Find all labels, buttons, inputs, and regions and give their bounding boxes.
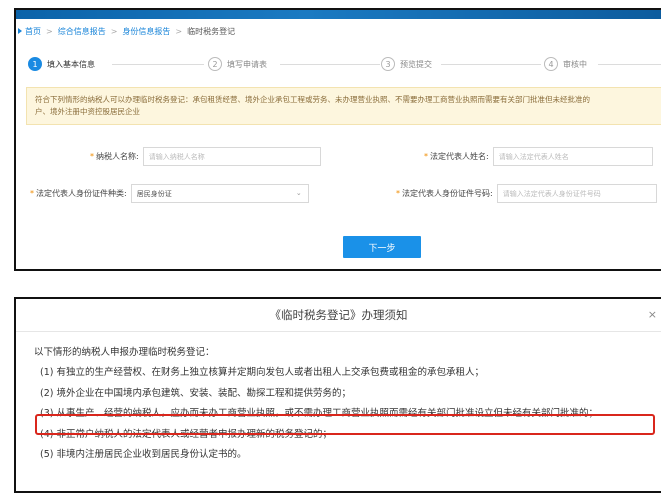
step-2: 2 填写申请表 — [208, 57, 267, 71]
dialog-header: 《临时税务登记》办理须知 × — [16, 299, 661, 332]
dialog-title: 《临时税务登记》办理须知 — [269, 308, 408, 322]
basic-info-form: * 纳税人名称: 请输入纳税人名称 * 法定代表人姓名: 请输入法定代表人姓名 … — [16, 125, 661, 225]
required-mark: * — [90, 152, 94, 161]
notice-line-2: 户、境外注册中资控股居民企业 — [35, 107, 140, 116]
id-type-select[interactable]: 居民身份证 ⌄ — [130, 184, 309, 203]
id-number-input[interactable]: 请输入法定代表人身份证件号码 — [496, 184, 657, 203]
breadcrumb-separator: > — [46, 26, 53, 36]
dialog-intro: 以下情形的纳税人申报办理临时税务登记： — [34, 347, 215, 358]
taxpayer-name-label: 纳税人名称: — [96, 152, 139, 161]
step-4: 4 审核中 — [544, 57, 587, 71]
step-number: 4 — [544, 57, 558, 71]
close-icon[interactable]: × — [648, 308, 657, 321]
id-type-label: 法定代表人身份证件种类: — [36, 189, 127, 198]
taxpayer-name-input[interactable]: 请输入纳税人名称 — [142, 147, 321, 166]
step-label: 预览提交 — [400, 59, 432, 69]
breadcrumb-comprehensive-report[interactable]: 综合信息报告 — [58, 26, 106, 37]
legal-rep-name-field: * 法定代表人姓名: 请输入法定代表人姓名 — [424, 147, 653, 166]
required-mark: * — [396, 189, 400, 198]
breadcrumb: 首页 > 综合信息报告 > 身份信息报告 > 临时税务登记 — [16, 19, 661, 43]
step-number: 3 — [381, 57, 395, 71]
step-1: 1 填入基本信息 — [28, 57, 95, 71]
progress-steps: 1 填入基本信息 2 填写申请表 3 预览提交 4 审核中 — [16, 49, 661, 83]
notice-dialog: 《临时税务登记》办理须知 × 以下情形的纳税人申报办理临时税务登记： (1) 有… — [14, 297, 661, 493]
id-type-field: * 法定代表人身份证件种类: 居民身份证 ⌄ — [30, 184, 309, 203]
breadcrumb-current: 临时税务登记 — [187, 26, 236, 36]
step-3: 3 预览提交 — [381, 57, 432, 71]
breadcrumb-identity-report[interactable]: 身份信息报告 — [122, 26, 170, 37]
step-number: 1 — [28, 57, 42, 71]
breadcrumb-marker-icon — [18, 28, 22, 34]
legal-rep-name-input[interactable]: 请输入法定代表人姓名 — [492, 147, 653, 166]
id-number-field: * 法定代表人身份证件号码: 请输入法定代表人身份证件号码 — [396, 184, 657, 203]
legal-rep-name-label: 法定代表人姓名: — [430, 152, 489, 161]
breadcrumb-separator: > — [110, 26, 118, 36]
dialog-body: 以下情形的纳税人申报办理临时税务登记： (1) 有独立的生产经营权、在财务上独立… — [16, 332, 661, 467]
list-item: (1) 有独立的生产经营权、在财务上独立核算并定期向发包人或者出租人上交承包费或… — [40, 367, 484, 378]
step-label: 审核中 — [563, 59, 587, 69]
step-label: 填入基本信息 — [47, 59, 95, 69]
taxpayer-name-field: * 纳税人名称: 请输入纳税人名称 — [90, 147, 321, 166]
list-item: (5) 非境内注册居民企业收到居民身份认定书的。 — [40, 449, 247, 460]
chevron-down-icon: ⌄ — [295, 189, 302, 197]
breadcrumb-separator: > — [175, 26, 183, 36]
id-type-value: 居民身份证 — [136, 189, 172, 198]
required-mark: * — [424, 152, 428, 161]
list-item: (2) 境外企业在中国境内承包建筑、安装、装配、勘探工程和提供劳务的； — [40, 387, 351, 399]
step-number: 2 — [208, 57, 222, 71]
id-number-label: 法定代表人身份证件号码: — [402, 189, 493, 198]
breadcrumb-home[interactable]: 首页 — [25, 26, 41, 37]
eligibility-notice: 符合下列情形的纳税人可以办理临时税务登记：承包租赁经营、境外企业承包工程或劳务、… — [26, 87, 661, 125]
header-bar — [16, 10, 661, 19]
next-step-button[interactable]: 下一步 — [343, 236, 421, 258]
step-label: 填写申请表 — [227, 59, 267, 69]
highlight-box — [35, 414, 655, 435]
notice-line-1: 符合下列情形的纳税人可以办理临时税务登记：承包租赁经营、境外企业承包工程或劳务、… — [35, 95, 590, 104]
registration-form-panel: 首页 > 综合信息报告 > 身份信息报告 > 临时税务登记 1 填入基本信息 2… — [14, 8, 661, 271]
required-mark: * — [30, 189, 34, 198]
